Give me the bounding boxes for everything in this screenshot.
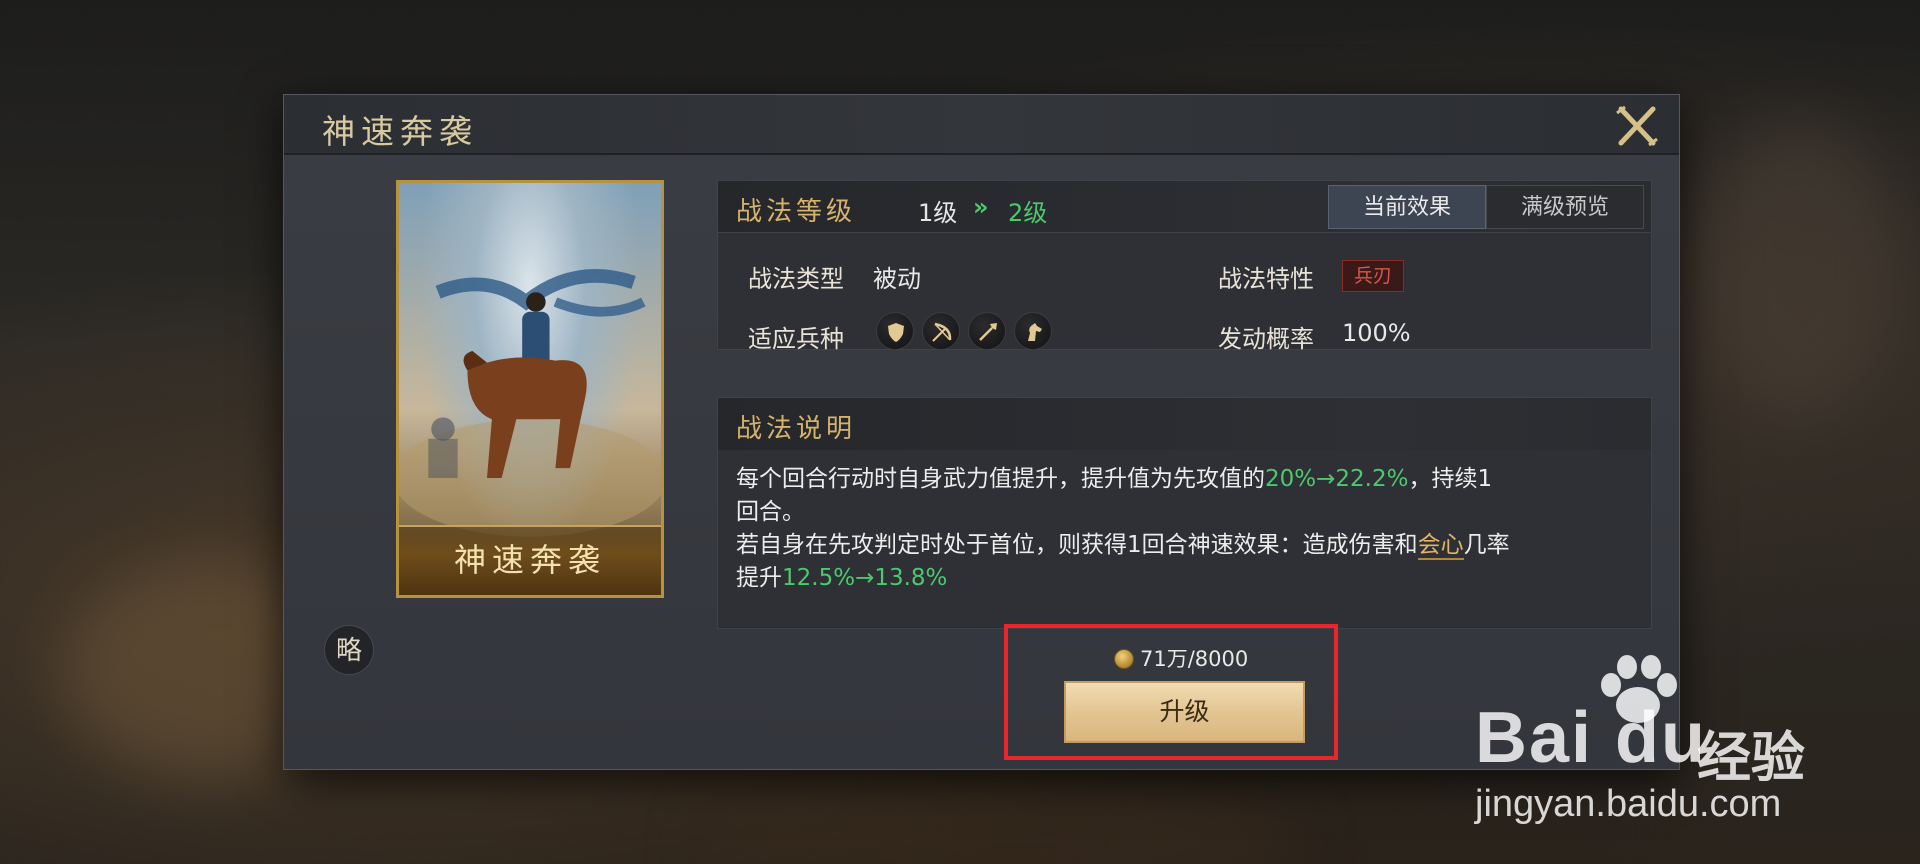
description-line: 若自身在先攻判定时处于首位，则获得1回合神速效果：造成伤害和会心几率 (736, 532, 1510, 560)
description-bar: 战法说明 (718, 398, 1651, 450)
value-change: 12.5%→13.8% (782, 565, 948, 591)
skill-info-panel: 战法等级 1级 » 2级 当前效果 满级预览 战法类型 被动 战法特性 兵刃 适… (717, 180, 1652, 353)
tab-current-effect[interactable]: 当前效果 (1328, 185, 1486, 229)
rate-label: 发动概率 (1218, 325, 1314, 353)
description-text: 每个回合行动时自身武力值提升，提升值为先攻值的20%→22.2%，持续1 回合。… (736, 463, 1636, 595)
watermark-cn-text: 经验 (1697, 726, 1805, 789)
modal-title: 神速奔袭 (322, 112, 478, 151)
trait-label: 战法特性 (1218, 265, 1314, 293)
watermark-url: jingyan.baidu.com (1475, 783, 1782, 825)
spear-icon (968, 312, 1006, 350)
strategy-badge[interactable]: 略 (324, 625, 374, 675)
skill-description-panel: 战法说明 每个回合行动时自身武力值提升，提升值为先攻值的20%→22.2%，持续… (717, 397, 1652, 629)
tab-max-preview[interactable]: 满级预览 (1486, 185, 1644, 229)
level-label: 战法等级 (736, 197, 857, 227)
description-line: 提升12.5%→13.8% (736, 565, 948, 591)
background-blur (1700, 120, 1900, 420)
background-blur (700, 780, 1300, 864)
rate-value: 100% (1342, 319, 1411, 347)
red-highlight-box (1004, 624, 1338, 760)
card-caption: 神速奔袭 (399, 525, 661, 595)
unit-label: 适应兵种 (748, 325, 844, 353)
level-from: 1级 (918, 199, 958, 227)
bow-icon (922, 312, 960, 350)
close-x-icon (1616, 105, 1658, 147)
skill-upgrade-modal: 神速奔袭 神速奔袭 略 战法等级 1级 » 2级 当前效果 满级预览 战法类型 … (283, 94, 1680, 770)
description-title: 战法说明 (736, 414, 857, 444)
type-value: 被动 (873, 265, 921, 293)
description-line: 回合。 (736, 499, 805, 525)
watermark-logo-text: Bai du (1475, 698, 1708, 778)
level-bar: 战法等级 1级 » 2级 当前效果 满级预览 (718, 181, 1651, 233)
value-change: 20%→22.2% (1265, 466, 1409, 492)
trait-tag: 兵刃 (1342, 260, 1404, 292)
modal-header: 神速奔袭 (284, 95, 1679, 155)
level-arrow-icon: » (973, 193, 989, 221)
crit-keyword-link[interactable]: 会心 (1417, 532, 1464, 560)
shield-icon (876, 312, 914, 350)
horse-icon (1014, 312, 1052, 350)
type-label: 战法类型 (748, 265, 844, 293)
skill-card: 神速奔袭 (396, 180, 664, 598)
description-line: 每个回合行动时自身武力值提升，提升值为先攻值的20%→22.2%，持续1 (736, 466, 1493, 492)
baidu-watermark: Bai du 经验 jingyan.baidu.com (1475, 655, 1895, 825)
level-to: 2级 (1008, 199, 1048, 227)
close-button[interactable] (1613, 103, 1661, 149)
